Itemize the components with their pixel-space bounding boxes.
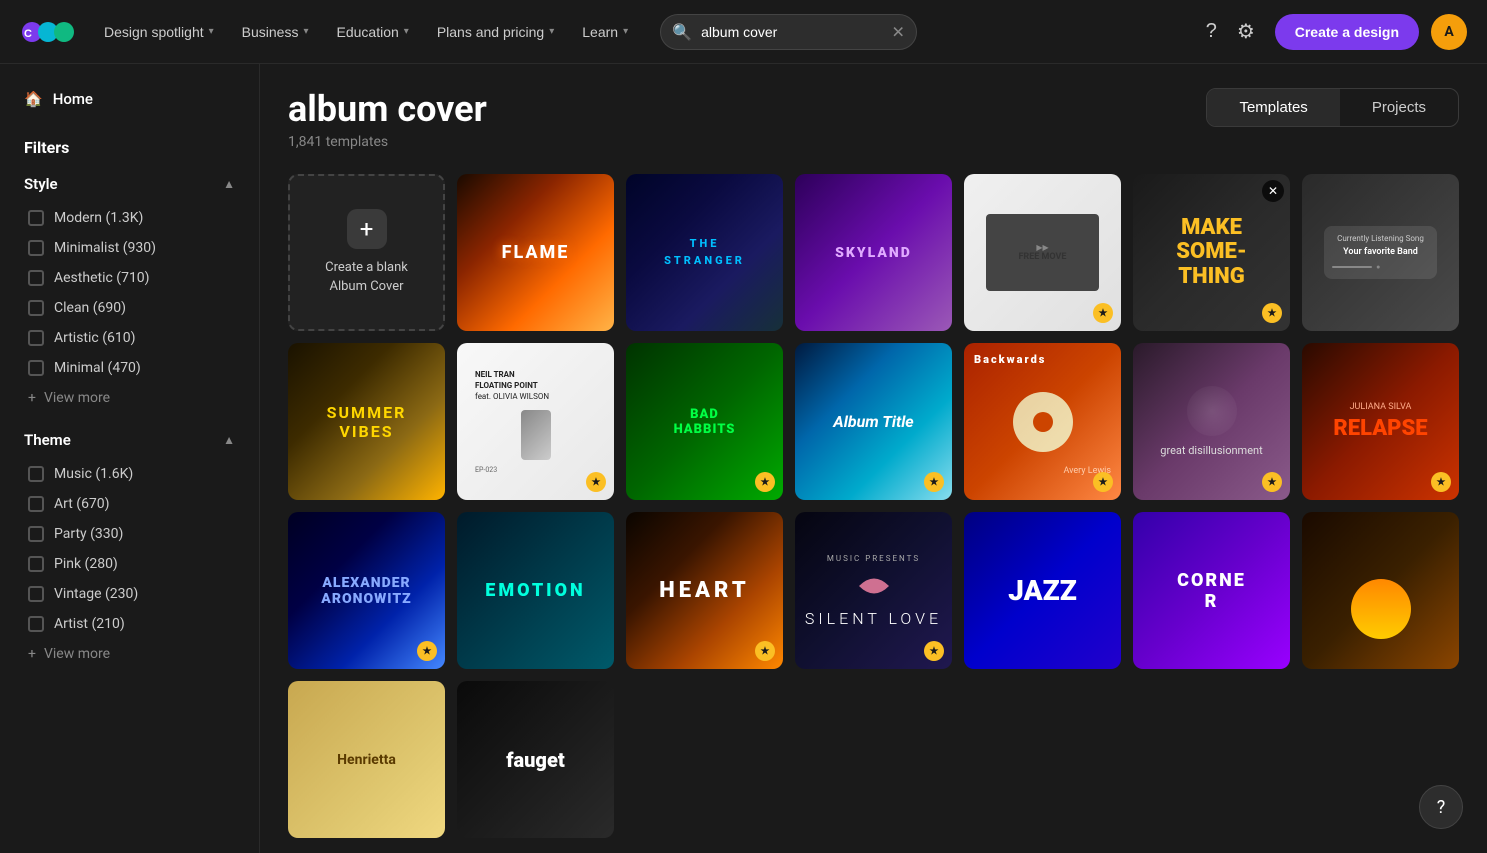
sidebar-item-home[interactable]: 🏠 Home	[12, 80, 247, 118]
help-button[interactable]: ?	[1419, 785, 1463, 829]
search-clear-icon[interactable]: ✕	[891, 22, 904, 41]
learn-menu[interactable]: Learn ▾	[570, 16, 640, 48]
filter-section-theme: Theme ▲ Music (1.6K) Art (670) Party (33…	[12, 421, 247, 669]
template-card-relapse[interactable]: JULIANA SILVA RELAPSE ★	[1302, 343, 1459, 500]
filter-art[interactable]: Art (670)	[12, 489, 247, 519]
education-menu[interactable]: Education ▾	[325, 16, 421, 48]
template-card-summer[interactable]: SUMMERVIBES	[288, 343, 445, 500]
filter-aesthetic[interactable]: Aesthetic (710)	[12, 263, 247, 293]
chevron-up-icon: ▲	[223, 433, 235, 447]
template-card-albumtitle[interactable]: Album Title ★	[795, 343, 952, 500]
template-card-listening[interactable]: Currently Listening Song Your favorite B…	[1302, 174, 1459, 331]
tab-templates[interactable]: Templates	[1207, 89, 1339, 126]
template-card-backwards[interactable]: Backwards Avery Lewis ★	[964, 343, 1121, 500]
filter-minimal[interactable]: Minimal (470)	[12, 353, 247, 383]
filter-style-toggle[interactable]: Style ▲	[12, 165, 247, 203]
checkbox-pink[interactable]	[28, 556, 44, 572]
checkbox-modern[interactable]	[28, 210, 44, 226]
template-card-skyland[interactable]: SKYLAND	[795, 174, 952, 331]
chevron-down-icon: ▾	[549, 26, 554, 37]
template-card-fauget[interactable]: fauget	[457, 681, 614, 838]
chevron-down-icon: ▾	[209, 26, 214, 37]
template-card-silentlove[interactable]: MUSIC PRESENTS SILENT LOVE ★	[795, 512, 952, 669]
template-card-makesomething[interactable]: MAKESOME-THING ✕ ★	[1133, 174, 1290, 331]
content-area: album cover 1,841 templates Templates Pr…	[260, 64, 1487, 853]
checkbox-aesthetic[interactable]	[28, 270, 44, 286]
template-card-alexander[interactable]: ALEXANDERARONOWITZ ★	[288, 512, 445, 669]
template-card-heart[interactable]: HEART ★	[626, 512, 783, 669]
create-design-button[interactable]: Create a design	[1275, 14, 1419, 50]
filter-vintage[interactable]: Vintage (230)	[12, 579, 247, 609]
filter-artist[interactable]: Artist (210)	[12, 609, 247, 639]
filter-artistic[interactable]: Artistic (610)	[12, 323, 247, 353]
tab-projects[interactable]: Projects	[1340, 89, 1458, 126]
plans-pricing-menu[interactable]: Plans and pricing ▾	[425, 16, 566, 48]
template-card-stranger[interactable]: THESTRANGER	[626, 174, 783, 331]
create-blank-card[interactable]: + Create a blankAlbum Cover	[288, 174, 445, 331]
plus-icon: +	[28, 390, 36, 406]
filter-modern[interactable]: Modern (1.3K)	[12, 203, 247, 233]
chevron-down-icon: ▾	[404, 26, 409, 37]
search-input[interactable]	[660, 14, 917, 50]
chevron-down-icon: ▾	[303, 26, 308, 37]
top-nav: C Design spotlight ▾ Business ▾ Educatio…	[0, 0, 1487, 64]
template-grid: + Create a blankAlbum Cover FLAME THESTR…	[288, 174, 1459, 838]
canva-logo[interactable]: C	[20, 14, 76, 50]
page-title: album cover	[288, 88, 487, 130]
checkbox-music[interactable]	[28, 466, 44, 482]
template-card-jazz[interactable]: JAZZ	[964, 512, 1121, 669]
template-card-freemove[interactable]: ▶▶FREE MOVE ★	[964, 174, 1121, 331]
checkbox-clean[interactable]	[28, 300, 44, 316]
svg-text:C: C	[24, 28, 32, 40]
filter-clean[interactable]: Clean (690)	[12, 293, 247, 323]
template-card-badhabbits[interactable]: BADHABBITS ★	[626, 343, 783, 500]
content-header: album cover 1,841 templates Templates Pr…	[288, 88, 1459, 150]
sidebar: 🏠 Home Filters Style ▲ Modern (1.3K) Min…	[0, 64, 260, 853]
settings-icon-btn[interactable]: ⚙	[1229, 11, 1263, 52]
filter-minimalist[interactable]: Minimalist (930)	[12, 233, 247, 263]
help-icon-btn[interactable]: ?	[1198, 12, 1225, 51]
chevron-down-icon: ▾	[623, 26, 628, 37]
filter-pink[interactable]: Pink (280)	[12, 549, 247, 579]
business-menu[interactable]: Business ▾	[230, 16, 321, 48]
checkbox-minimal[interactable]	[28, 360, 44, 376]
template-card-flame[interactable]: FLAME	[457, 174, 614, 331]
filter-music[interactable]: Music (1.6K)	[12, 459, 247, 489]
template-card-disillusionment[interactable]: great disillusionment ★	[1133, 343, 1290, 500]
filter-theme-toggle[interactable]: Theme ▲	[12, 421, 247, 459]
checkbox-art[interactable]	[28, 496, 44, 512]
template-count: 1,841 templates	[288, 134, 487, 150]
search-bar: 🔍 ✕	[660, 14, 917, 50]
filter-party[interactable]: Party (330)	[12, 519, 247, 549]
avatar[interactable]: A	[1431, 14, 1467, 50]
template-card-emotion[interactable]: EMOTION	[457, 512, 614, 669]
page-title-wrap: album cover 1,841 templates	[288, 88, 487, 150]
checkbox-party[interactable]	[28, 526, 44, 542]
checkbox-artist[interactable]	[28, 616, 44, 632]
template-card-corner[interactable]: CORNER	[1133, 512, 1290, 669]
style-view-more[interactable]: + View more	[12, 383, 247, 413]
tabs-wrap: Templates Projects	[1206, 88, 1459, 127]
search-icon: 🔍	[672, 22, 692, 41]
checkbox-artistic[interactable]	[28, 330, 44, 346]
plus-icon: +	[28, 646, 36, 662]
template-card-sunset[interactable]	[1302, 512, 1459, 669]
template-card-neil[interactable]: NEIL TRANFLOATING POINTfeat. OLIVIA WILS…	[457, 343, 614, 500]
theme-view-more[interactable]: + View more	[12, 639, 247, 669]
filter-section-style: Style ▲ Modern (1.3K) Minimalist (930) A…	[12, 165, 247, 413]
design-spotlight-menu[interactable]: Design spotlight ▾	[92, 16, 226, 48]
main-layout: 🏠 Home Filters Style ▲ Modern (1.3K) Min…	[0, 64, 1487, 853]
create-plus-icon: +	[347, 209, 387, 249]
home-icon: 🏠	[24, 90, 43, 108]
checkbox-minimalist[interactable]	[28, 240, 44, 256]
template-card-henrietta[interactable]: Henrietta	[288, 681, 445, 838]
create-blank-label: Create a blankAlbum Cover	[325, 259, 408, 295]
filters-heading: Filters	[12, 130, 247, 165]
chevron-up-icon: ▲	[223, 177, 235, 191]
checkbox-vintage[interactable]	[28, 586, 44, 602]
